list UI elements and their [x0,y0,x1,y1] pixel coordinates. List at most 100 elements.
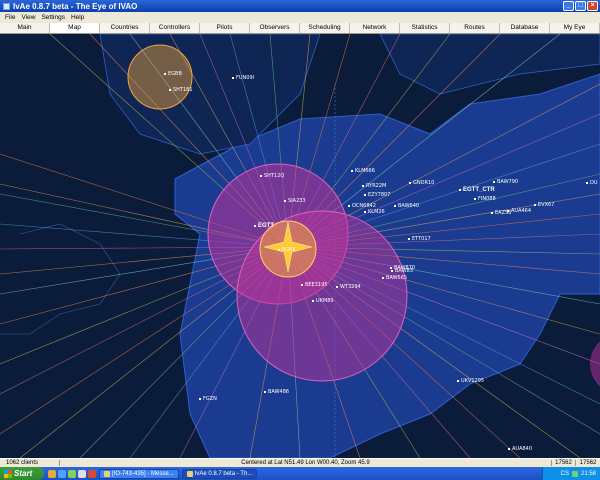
aircraft-marker[interactable] [254,225,256,227]
media-icon[interactable] [88,469,96,478]
tab-database[interactable]: Database [500,23,550,33]
aircraft-marker[interactable] [457,380,459,382]
tray-lang[interactable]: CS [561,471,569,477]
aircraft-marker[interactable] [348,205,350,207]
aircraft-label-aua[interactable]: AUA464 [511,208,531,214]
ie-icon[interactable] [58,469,66,478]
aircraft-marker[interactable] [382,277,384,279]
aircraft-label-eaz[interactable]: EAZ56 [495,210,511,216]
aircraft-label-baw870[interactable]: BAW870 [394,265,415,271]
aircraft-label-baw565[interactable]: BAW565 [386,275,407,281]
aircraft-label-fin[interactable]: FIN088 [478,196,496,202]
status-value-b: 17562 [579,460,597,466]
aircraft-marker[interactable] [409,182,411,184]
aircraft-label-fgz[interactable]: FGZN [203,396,217,402]
aircraft-label-fun09[interactable]: FUN09I [236,75,254,81]
tab-pilots[interactable]: Pilots [200,23,250,33]
aircraft-label-uk[interactable]: UKM89 [316,298,334,304]
aircraft-marker[interactable] [534,204,536,206]
aircraft-label-aua840[interactable]: AUA840 [512,446,532,452]
aircraft-label-egbb[interactable]: EGBB [168,71,182,77]
aircraft-marker[interactable] [394,205,396,207]
aircraft-label-ezy[interactable]: EZY7807 [368,192,390,198]
tab-scheduling[interactable]: Scheduling [300,23,350,33]
aircraft-marker[interactable] [493,181,495,183]
tab-countries[interactable]: Countries [100,23,150,33]
aircraft-marker[interactable] [474,198,476,200]
firefox-icon[interactable] [48,469,56,478]
tab-main[interactable]: Main [0,23,50,33]
menu-file[interactable]: File [2,14,18,21]
folder-icon[interactable] [78,469,86,478]
aircraft-label-sht101[interactable]: SHT181 [173,87,193,93]
aircraft-label-gnd[interactable]: GNDR10 [413,180,434,186]
map-canvas[interactable]: EGBB SHT181 FUN09I KLM666 RYR22M EZY7807 OCN68… [0,34,600,458]
aircraft-label-du[interactable]: DU [590,180,598,186]
aircraft-marker[interactable] [301,284,303,286]
tab-controllers[interactable]: Controllers [150,23,200,33]
aircraft-marker[interactable] [390,267,392,269]
aircraft-marker[interactable] [459,189,461,191]
start-label: Start [14,469,33,478]
system-tray: CS 21:58 [542,467,600,480]
aircraft-marker[interactable] [336,286,338,288]
aircraft-label-egtt_ctr[interactable]: EGTT_CTR [463,187,495,193]
aircraft-marker[interactable] [491,212,493,214]
aircraft-marker[interactable] [232,77,234,79]
zone-edge-right [590,341,600,387]
aircraft-marker[interactable] [164,73,166,75]
aircraft-marker[interactable] [278,249,280,251]
aircraft-label-baw486[interactable]: BAW486 [268,389,289,395]
task-messenger[interactable]: [IO-743-435] - Messe... [99,468,179,479]
menu-help[interactable]: Help [68,14,87,21]
aircraft-label-baw790[interactable]: BAW790 [497,179,518,185]
menu-settings[interactable]: Settings [38,14,68,21]
maximize-button[interactable]: □ [575,1,586,11]
zone-egbb[interactable] [127,44,193,110]
aircraft-marker[interactable] [169,89,171,91]
aircraft-label-evx[interactable]: EVX67 [538,202,554,208]
aircraft-marker[interactable] [586,182,588,184]
aircraft-marker[interactable] [264,391,266,393]
tab-observers[interactable]: Observers [250,23,300,33]
aircraft-label-baw640[interactable]: BAW640 [398,203,419,209]
aircraft-marker[interactable] [508,448,510,450]
aircraft-label-bee[interactable]: BEE3195 [305,282,327,288]
aircraft-label-sia[interactable]: SIA233 [288,198,306,204]
messenger-icon[interactable] [68,469,76,478]
aircraft-marker[interactable] [284,200,286,202]
tab-map[interactable]: Map [50,23,100,33]
aircraft-label-ryr22[interactable]: RYR22M [366,183,386,189]
ivae-window-icon [186,470,193,477]
tab-routes[interactable]: Routes [450,23,500,33]
tab-statistics[interactable]: Statistics [400,23,450,33]
aircraft-label-wt[interactable]: WT3294 [340,284,361,290]
minimize-button[interactable]: _ [563,1,574,11]
app-icon [3,2,10,10]
aircraft-marker[interactable] [391,270,393,272]
start-button[interactable]: Start [0,467,44,480]
task-ivae[interactable]: IvAe 0.8.7 beta - Th... [181,468,258,479]
aircraft-marker[interactable] [351,170,353,172]
aircraft-marker[interactable] [199,398,201,400]
aircraft-label-ukv[interactable]: UKV1295 [461,378,484,384]
aircraft-label-sht12q[interactable]: SHT12Q [264,173,284,179]
aircraft-marker[interactable] [364,194,366,196]
map-svg[interactable]: EGBBSHT181FUN09IKLM666RYR22MEZY7807OCN68… [0,34,600,458]
tab-network[interactable]: Network [350,23,400,33]
aircraft-label-klm[interactable]: KLM26 [368,209,385,215]
aircraft-label-ett[interactable]: ETT017 [412,236,431,242]
aircraft-marker[interactable] [312,300,314,302]
aircraft-marker[interactable] [408,238,410,240]
menu-view[interactable]: View [18,14,38,21]
aircraft-label-klm66[interactable]: KLM666 [355,168,375,174]
close-button[interactable]: × [587,1,598,11]
aircraft-marker[interactable] [364,211,366,213]
coastline-west [0,223,121,335]
aircraft-marker[interactable] [362,185,364,187]
aircraft-marker[interactable] [260,175,262,177]
aircraft-label-egtt[interactable]: EGTT [258,223,274,229]
aircraft-label-egkk[interactable]: EGKK [282,247,296,253]
tab-my-eye[interactable]: My Eye [550,23,600,33]
network-icon[interactable] [571,470,578,477]
